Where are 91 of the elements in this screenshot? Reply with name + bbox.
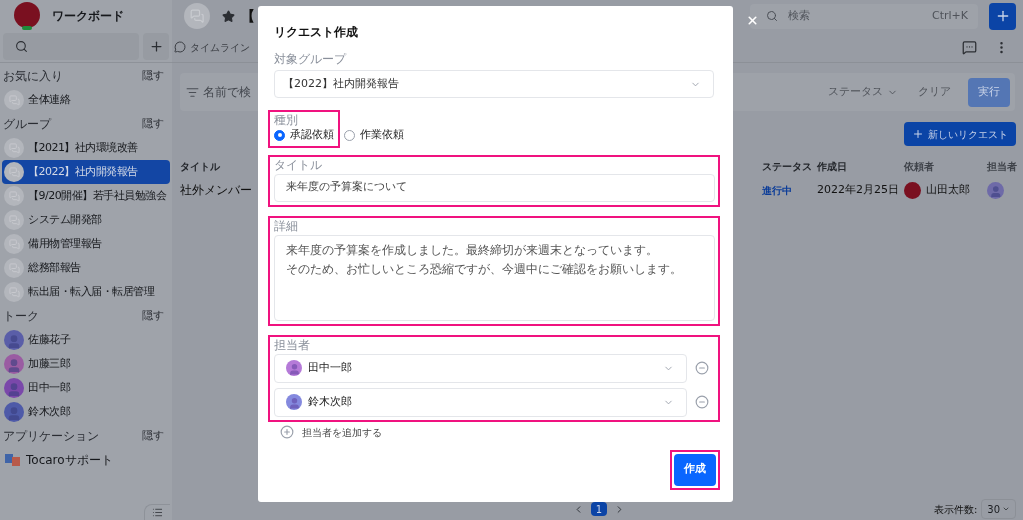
field-label: 担当者 (274, 337, 311, 352)
section-title: お気に入り (3, 68, 63, 85)
search-icon (15, 40, 28, 53)
column-header: タイトル (180, 159, 220, 174)
sidebar-item[interactable]: 【2022】社内開発報告 (2, 160, 170, 184)
chat-bubble-icon (4, 210, 24, 230)
chat-bubble-icon (4, 186, 24, 206)
add-button[interactable] (989, 2, 1016, 30)
table-cell-text: 山田太郎 (926, 181, 970, 198)
sidebar-item[interactable]: 転出届・転入届・転居管理 (2, 280, 170, 304)
remove-icon[interactable] (695, 395, 709, 409)
app-icon (4, 452, 22, 468)
add-assignee-link[interactable]: 担当者を追加する (280, 424, 382, 440)
person-avatar-icon (987, 181, 1004, 199)
radio-option[interactable]: 承認依頼 (274, 127, 334, 144)
create-button[interactable]: 作成 (674, 453, 716, 486)
sidebar-item[interactable]: 田中一郎 (2, 376, 170, 400)
field-label: タイトル (274, 157, 323, 172)
field-label: 種別 (274, 113, 299, 127)
radio-button[interactable] (274, 129, 285, 141)
details-textarea[interactable]: 来年度の予算案を作成しました。最終締切が来週末となっています。 そのため、お忙しいところ恐縮ですが、今週中にご確認をお願いします。 (274, 234, 715, 321)
hide-link[interactable]: 隠す (142, 307, 164, 325)
column-header: 依頼者 (904, 159, 934, 174)
plus-circle-icon (280, 425, 294, 439)
chat-bubble-icon (4, 234, 24, 254)
sidebar-item[interactable]: 備用物管理報告 (2, 232, 170, 256)
column-header: 作成日 (817, 159, 847, 174)
list-icon (152, 507, 163, 518)
sidebar-item[interactable]: 加藤三郎 (2, 352, 170, 376)
list-button[interactable] (144, 504, 170, 520)
group-title: 【 (241, 6, 255, 26)
table-cell-text: 2022年2月25日 (817, 181, 899, 198)
section-title: グループ (3, 116, 51, 133)
search-icon (766, 10, 778, 22)
section-title: アプリケーション (3, 428, 99, 445)
title-input[interactable]: 来年度の予算案について (274, 173, 715, 202)
chat-icon[interactable] (962, 39, 977, 55)
next-page-icon[interactable] (614, 503, 625, 515)
sidebar-item[interactable]: Tocaroサポート (2, 448, 170, 472)
chat-bubble-icon (4, 282, 24, 302)
chat-bubble-icon (4, 90, 24, 110)
group-select[interactable]: 【2022】社内開発報告 (274, 70, 714, 98)
sidebar-item[interactable]: 佐藤花子 (2, 328, 170, 352)
section-title: トーク (3, 308, 39, 325)
close-button[interactable] (746, 14, 759, 27)
person-avatar-icon (904, 181, 921, 199)
chevron-down-icon (1002, 505, 1010, 513)
chat-bubble-icon (184, 3, 210, 29)
details-line: 来年度の予算案を作成しました。最終締切が来週末となっています。 (286, 241, 658, 259)
sidebar-item[interactable]: 【9/20開催】若手社員勉強会 (2, 184, 170, 208)
details-line: そのため、お忙しいところ恐縮ですが、今週中にご確認をお願いします。 (286, 260, 682, 278)
search-field[interactable] (3, 33, 139, 60)
sidebar-item[interactable]: 総務部報告 (2, 256, 170, 280)
star-icon[interactable] (222, 9, 235, 23)
plus-icon (148, 39, 164, 54)
column-header: 担当者 (987, 159, 1017, 174)
sidebar-item[interactable]: 全体連絡 (2, 88, 170, 112)
dialog-title: リクエスト作成 (274, 24, 359, 41)
chat-bubble-icon (4, 258, 24, 278)
radio-option[interactable]: 作業依頼 (344, 127, 404, 144)
sidebar-item[interactable]: システム開発部 (2, 208, 170, 232)
sidebar-item[interactable]: 【2021】社内環境改善 (2, 136, 170, 160)
filter-icon (186, 85, 199, 99)
plus-icon (912, 128, 924, 140)
shortcut-hint: Ctrl+K (932, 7, 968, 24)
table-cell-text: 社外メンバー (180, 182, 252, 199)
page-size-select[interactable]: 30 (981, 499, 1016, 519)
logo-icon (14, 2, 40, 30)
page-button[interactable]: 1 (591, 502, 607, 516)
name-search-field[interactable]: 名前で検 (203, 83, 251, 101)
timeline-tab[interactable]: タイムライン (174, 39, 250, 55)
radio-button[interactable] (344, 129, 355, 141)
status-label: 進行中 (762, 183, 792, 198)
page-size-label: 表示件数: (933, 502, 978, 517)
field-label: 対象グループ (274, 52, 348, 66)
field-label: 詳細 (274, 218, 299, 233)
sidebar-item[interactable]: 鈴木次郎 (2, 400, 170, 424)
chat-bubble-icon (4, 162, 24, 182)
remove-icon[interactable] (695, 361, 709, 375)
new-request-button[interactable]: 新しいリクエスト (904, 122, 1016, 146)
app-name: ワークボード (52, 8, 124, 25)
close-icon (746, 14, 759, 27)
hide-link[interactable]: 隠す (142, 115, 164, 133)
speech-bubble-icon (174, 41, 186, 53)
add-button[interactable] (143, 33, 169, 60)
chat-bubble-icon (4, 138, 24, 158)
assignee-select[interactable]: 鈴木次郎 (274, 387, 687, 417)
assignee-select[interactable]: 田中一郎 (274, 353, 687, 383)
column-header: ステータス (762, 159, 812, 174)
hide-link[interactable]: 隠す (142, 67, 164, 85)
hide-link[interactable]: 隠す (142, 427, 164, 445)
